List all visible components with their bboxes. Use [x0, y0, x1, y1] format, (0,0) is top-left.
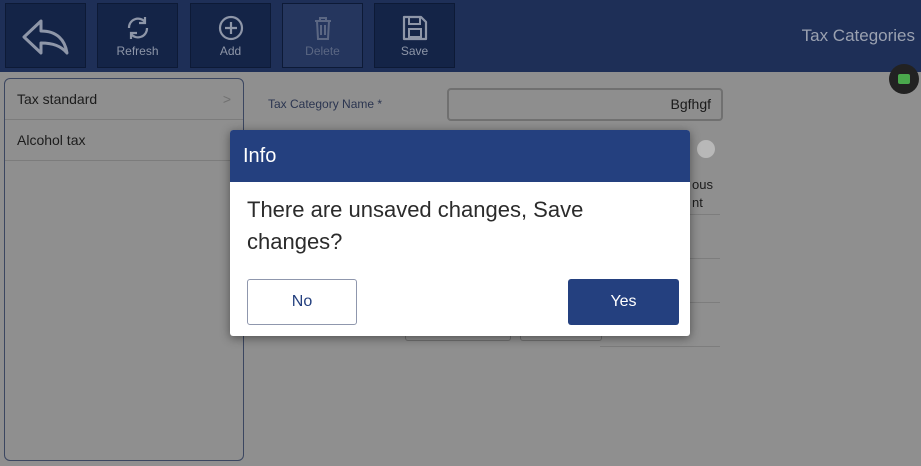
- delete-label: Delete: [305, 44, 340, 58]
- partial-label: ous: [692, 177, 713, 192]
- top-toolbar: Refresh Add Delete Save Tax Categories: [0, 0, 921, 72]
- page-title: Tax Categories: [801, 26, 915, 45]
- divider: [690, 258, 720, 259]
- list-item-alcohol-tax[interactable]: Alcohol tax: [5, 120, 243, 161]
- status-indicator[interactable]: [889, 64, 919, 94]
- save-button[interactable]: Save: [374, 3, 455, 68]
- dialog-message: There are unsaved changes, Save changes?: [247, 197, 584, 254]
- tax-category-name-input[interactable]: Bgfhgf: [447, 88, 723, 121]
- yes-button[interactable]: Yes: [568, 279, 679, 325]
- refresh-button[interactable]: Refresh: [97, 3, 178, 68]
- back-button[interactable]: [5, 3, 86, 68]
- list-item-label: Tax standard: [17, 91, 98, 107]
- refresh-icon: [98, 14, 177, 42]
- unsaved-changes-dialog: Info There are unsaved changes, Save cha…: [230, 130, 690, 336]
- divider: [690, 214, 720, 215]
- partial-label: nt: [692, 195, 703, 210]
- back-arrow-icon: [6, 18, 85, 55]
- add-label: Add: [219, 44, 242, 58]
- category-list: Tax standard > Alcohol tax: [4, 78, 244, 461]
- floppy-disk-icon: [375, 14, 454, 42]
- divider: [600, 346, 720, 347]
- delete-button[interactable]: Delete: [282, 3, 363, 68]
- plus-circle-icon: [191, 14, 270, 42]
- chevron-right-icon: >: [222, 91, 231, 107]
- list-item-tax-standard[interactable]: Tax standard >: [5, 79, 243, 120]
- tax-category-name-label: Tax Category Name *: [268, 97, 383, 111]
- monitor-icon: [898, 74, 910, 84]
- divider: [690, 302, 720, 303]
- save-label: Save: [400, 44, 429, 58]
- dialog-title: Info: [230, 130, 690, 182]
- trash-icon: [283, 14, 362, 42]
- toggle-switch[interactable]: [697, 140, 715, 158]
- list-item-label: Alcohol tax: [17, 132, 86, 148]
- no-button[interactable]: No: [247, 279, 357, 325]
- refresh-label: Refresh: [116, 44, 159, 58]
- add-button[interactable]: Add: [190, 3, 271, 68]
